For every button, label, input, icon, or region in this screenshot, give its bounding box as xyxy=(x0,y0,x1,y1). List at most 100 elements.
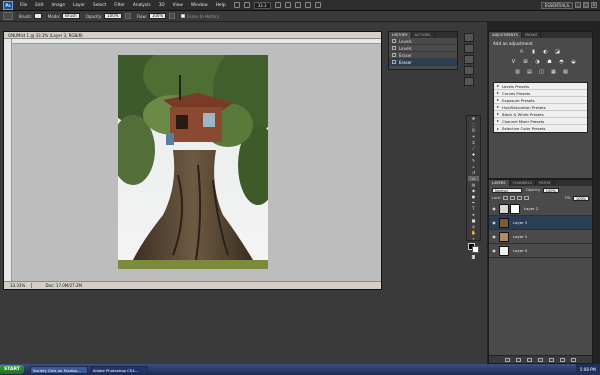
clone-stamp-tool-icon[interactable]: ⊥ xyxy=(468,164,479,169)
hand-tool-icon[interactable]: ✋ xyxy=(468,230,479,235)
menu-image[interactable]: Image xyxy=(48,0,69,11)
hue-saturation-icon[interactable]: ⊞ xyxy=(521,59,530,66)
layer-mask-thumbnail[interactable] xyxy=(510,203,520,214)
quick-mask-icon[interactable]: ◙ xyxy=(468,254,479,259)
eyedropper-tool-icon[interactable]: ⁄ xyxy=(468,146,479,151)
history-item[interactable]: Levels xyxy=(389,38,457,45)
taskbar-item-photoshop[interactable]: Adobe Photoshop CS4... xyxy=(89,365,148,374)
menu-analysis[interactable]: Analysis xyxy=(129,0,155,11)
maximize-icon[interactable]: □ xyxy=(583,2,589,8)
healing-brush-tool-icon[interactable]: ✚ xyxy=(468,152,479,157)
navigator-panel-icon[interactable] xyxy=(464,66,474,75)
zoom-tool-icon[interactable]: ⌕ xyxy=(468,236,479,241)
photo-filter-icon[interactable]: ◓ xyxy=(557,59,566,66)
menu-edit[interactable]: Edit xyxy=(31,0,47,11)
close-icon[interactable]: × xyxy=(591,2,597,8)
new-group-icon[interactable] xyxy=(549,357,554,362)
vibrance-adjustment-icon[interactable]: V xyxy=(509,59,518,66)
new-adjustment-layer-icon[interactable] xyxy=(538,357,543,362)
type-tool-icon[interactable]: T xyxy=(468,206,479,211)
selective-color-icon[interactable]: ▧ xyxy=(561,69,570,76)
styles-panel-icon[interactable] xyxy=(464,55,474,64)
black-white-icon[interactable]: ☗ xyxy=(545,59,554,66)
color-panel-icon[interactable] xyxy=(464,33,474,42)
screen-mode-icon[interactable] xyxy=(314,2,321,8)
menu-select[interactable]: Select xyxy=(89,0,110,11)
info-panel-icon[interactable] xyxy=(464,77,474,86)
blend-mode-select[interactable]: Normal xyxy=(492,187,522,193)
tab-paths[interactable]: PATHS xyxy=(536,180,555,186)
channel-mixer-icon[interactable]: ◒ xyxy=(569,59,578,66)
shape-tool-icon[interactable]: ■ xyxy=(468,218,479,223)
workspace-switcher[interactable]: ESSENTIALS xyxy=(540,1,573,9)
taskbar-item-browser[interactable]: Society Girls on Facebo... xyxy=(29,365,88,374)
3d-rotate-tool-icon[interactable]: ◎ xyxy=(468,224,479,229)
preset-item[interactable]: Selective Color Presets xyxy=(494,125,587,132)
status-doc-info[interactable]: Doc: 17.0M/27.2M xyxy=(34,283,82,288)
zoom-level[interactable]: 33.3 xyxy=(253,1,271,9)
invert-adjustment-icon[interactable]: ▥ xyxy=(513,69,522,76)
layer-row[interactable]: ◉ Layer 2 xyxy=(489,202,592,216)
marquee-tool-icon[interactable]: ⬚ xyxy=(468,122,479,127)
document-canvas[interactable] xyxy=(12,44,381,281)
threshold-adjustment-icon[interactable]: ◫ xyxy=(537,69,546,76)
lock-transparency-icon[interactable] xyxy=(503,196,509,200)
brush-tool-icon[interactable]: ✎ xyxy=(468,158,479,163)
menu-window[interactable]: Window xyxy=(187,0,212,11)
history-brush-tool-icon[interactable]: ↺ xyxy=(468,170,479,175)
visibility-eye-icon[interactable]: ◉ xyxy=(491,248,497,253)
color-balance-icon[interactable]: ◑ xyxy=(533,59,542,66)
history-item[interactable]: Eraser xyxy=(389,52,457,59)
erase-to-history-checkbox[interactable] xyxy=(181,14,186,18)
history-item[interactable]: Levels xyxy=(389,45,457,52)
add-mask-icon[interactable] xyxy=(527,357,532,362)
layer-style-icon[interactable] xyxy=(516,357,521,362)
visibility-eye-icon[interactable]: ◉ xyxy=(491,234,497,239)
crop-tool-icon[interactable]: ⌗ xyxy=(468,140,479,145)
tab-actions[interactable]: ACTIONS xyxy=(412,32,435,38)
flow-field[interactable]: 100% xyxy=(148,13,167,19)
history-item-selected[interactable]: Eraser xyxy=(389,59,457,66)
pen-tool-icon[interactable]: ✒ xyxy=(468,200,479,205)
menu-view[interactable]: View xyxy=(169,0,187,11)
lock-pixels-icon[interactable] xyxy=(510,196,516,200)
posterize-adjustment-icon[interactable]: ▤ xyxy=(525,69,534,76)
menu-help[interactable]: Help xyxy=(212,0,230,11)
dodge-tool-icon[interactable]: ● xyxy=(468,194,479,199)
zoom-tool-icon[interactable] xyxy=(284,2,291,8)
preset-item[interactable]: Channel Mixer Presets xyxy=(494,118,587,125)
rotate-view-icon[interactable] xyxy=(294,2,301,8)
layer-fill-field[interactable]: 100% xyxy=(572,195,589,201)
tab-channels[interactable]: CHANNELS xyxy=(510,180,537,186)
start-button[interactable]: START xyxy=(0,365,24,374)
path-selection-tool-icon[interactable]: ➤ xyxy=(468,212,479,217)
layer-row[interactable]: ◉ Layer 0 xyxy=(489,244,592,258)
eraser-tool-icon[interactable]: ▭ xyxy=(468,176,479,181)
pressure-opacity-icon[interactable] xyxy=(124,13,131,19)
menu-file[interactable]: File xyxy=(16,0,31,11)
gradient-tool-icon[interactable]: ▤ xyxy=(468,182,479,187)
swatches-panel-icon[interactable] xyxy=(464,44,474,53)
brush-picker[interactable] xyxy=(33,13,42,19)
menu-3d[interactable]: 3D xyxy=(155,0,169,11)
minimize-icon[interactable]: _ xyxy=(575,2,581,8)
opacity-field[interactable]: 100% xyxy=(104,13,122,19)
delete-layer-icon[interactable] xyxy=(571,357,576,362)
menu-layer[interactable]: Layer xyxy=(69,0,89,11)
lasso-tool-icon[interactable]: ʘ xyxy=(468,128,479,133)
bridge-icon[interactable] xyxy=(233,2,240,8)
status-zoom[interactable]: 33.33% xyxy=(4,283,33,288)
document-title[interactable]: GNUMist 1 @ 33.3% (Layer 3, RGB/8) xyxy=(4,32,381,39)
arrange-documents-icon[interactable] xyxy=(304,2,311,8)
airbrush-icon[interactable] xyxy=(169,13,176,19)
link-layers-icon[interactable] xyxy=(505,357,510,362)
background-color-swatch[interactable] xyxy=(472,246,479,253)
tab-adjustments[interactable]: ADJUSTMENTS xyxy=(489,32,522,38)
gradient-map-icon[interactable]: ▦ xyxy=(549,69,558,76)
eraser-tool-preset-icon[interactable] xyxy=(3,12,13,20)
visibility-eye-icon[interactable]: ◉ xyxy=(491,220,497,225)
exposure-adjustment-icon[interactable]: ◪ xyxy=(553,49,562,56)
move-tool-icon[interactable]: ✥ xyxy=(468,116,479,121)
lock-position-icon[interactable] xyxy=(517,196,523,200)
visibility-eye-icon[interactable]: ◉ xyxy=(491,206,497,211)
